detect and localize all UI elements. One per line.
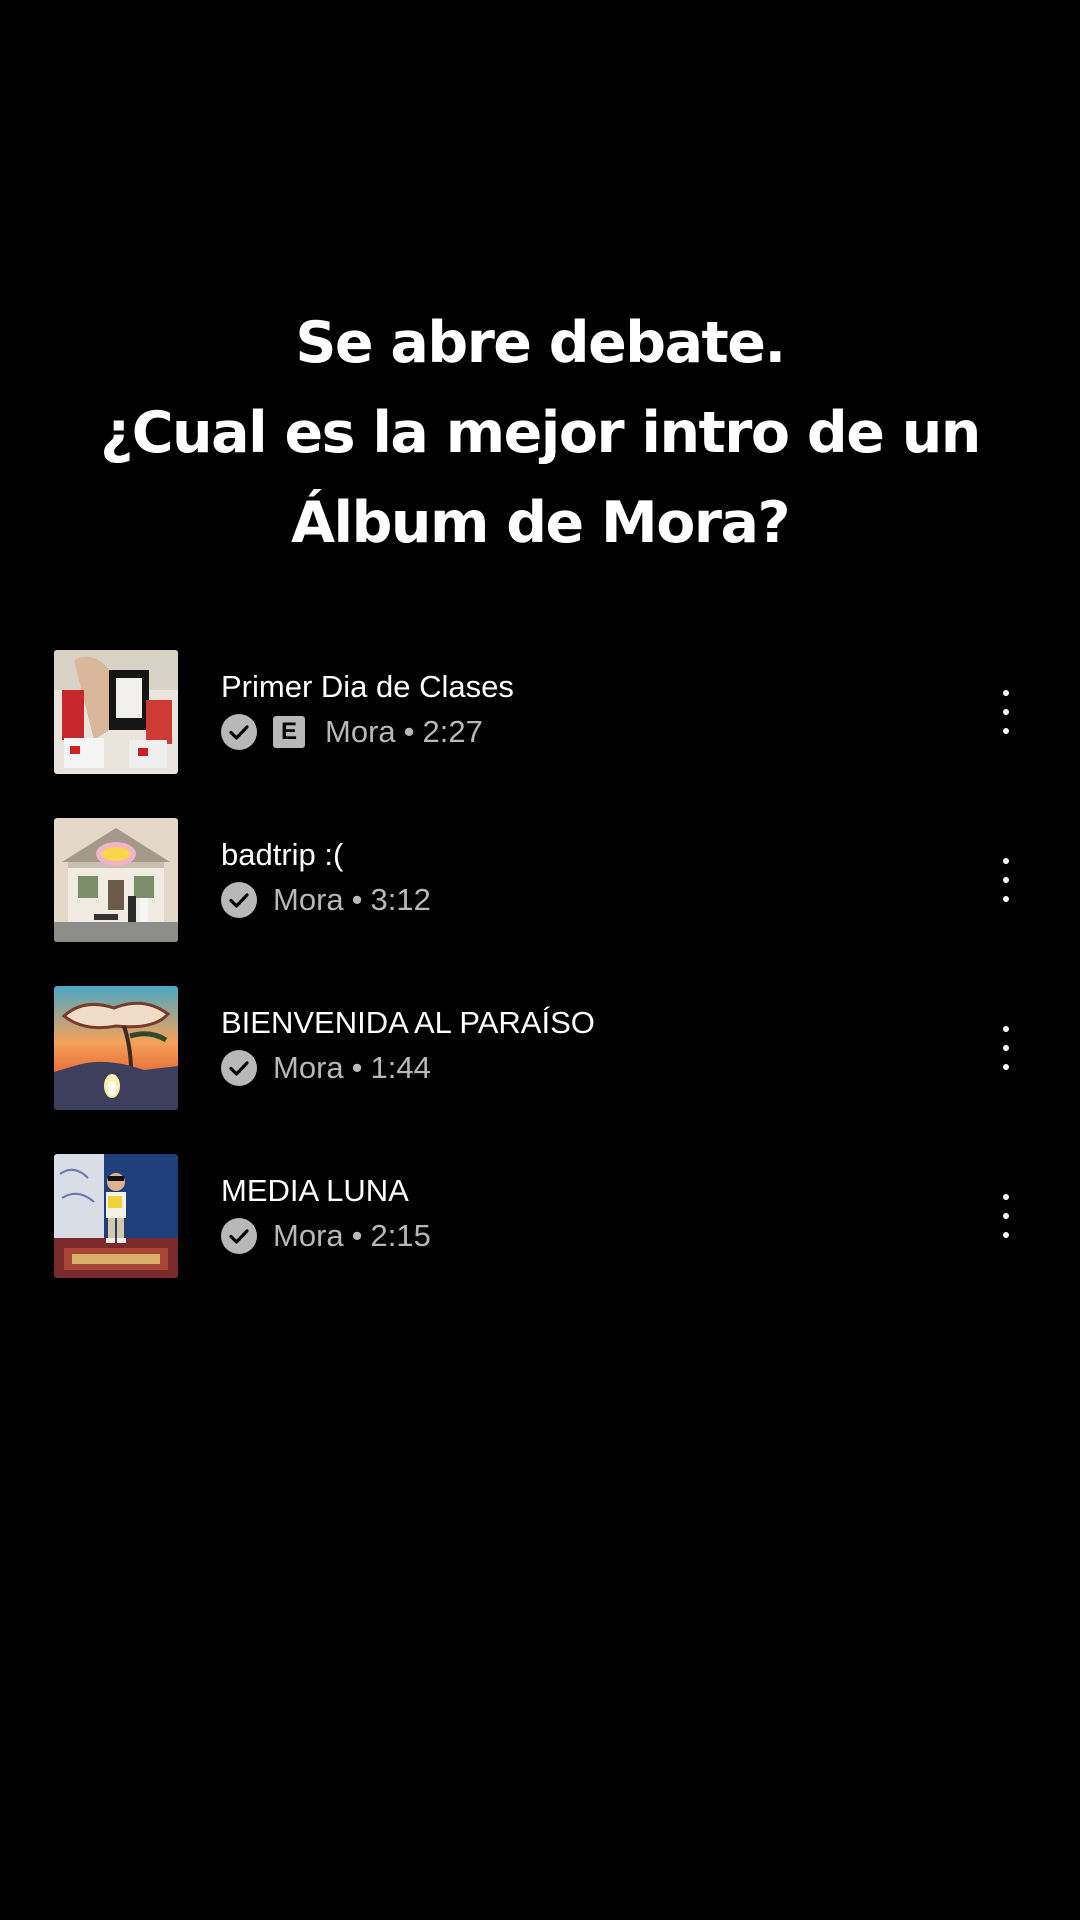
headline-line-1: Se abre debate. — [295, 310, 786, 376]
meta-separator: • — [351, 1218, 363, 1253]
track-title: BIENVENIDA AL PARAÍSO — [221, 1005, 595, 1040]
album-art-thumbnail[interactable] — [54, 986, 178, 1110]
track-title: badtrip :( — [221, 837, 344, 872]
explicit-badge-icon: E — [273, 716, 305, 748]
track-info: BIENVENIDA AL PARAÍSO Mora • 1:44 — [221, 1004, 595, 1086]
album-art-primer-dia-icon — [54, 650, 178, 774]
track-duration: 1:44 — [370, 1050, 431, 1085]
track-title: MEDIA LUNA — [221, 1173, 409, 1208]
more-options-icon[interactable] — [986, 688, 1026, 736]
track-info: Primer Dia de Clases E Mora • 2:27 — [221, 668, 514, 750]
track-artist: Mora — [273, 1050, 344, 1085]
track-duration: 2:15 — [370, 1218, 431, 1253]
album-art-child-icon — [54, 1154, 178, 1278]
track-meta: E Mora • 2:27 — [221, 714, 514, 750]
meta-separator: • — [351, 882, 363, 917]
track-duration: 2:27 — [422, 714, 483, 749]
album-art-thumbnail[interactable] — [54, 650, 178, 774]
track-row[interactable]: MEDIA LUNA Mora • 2:15 — [0, 1154, 1080, 1278]
track-info: badtrip :( Mora • 3:12 — [221, 836, 431, 918]
track-title: Primer Dia de Clases — [221, 669, 514, 704]
post-headline: Se abre debate. ¿Cual es la mejor intro … — [0, 298, 1080, 568]
album-art-paraiso-icon — [54, 986, 178, 1110]
verified-check-icon — [221, 882, 257, 918]
album-art-thumbnail[interactable] — [54, 1154, 178, 1278]
verified-check-icon — [221, 1218, 257, 1254]
track-row[interactable]: Primer Dia de Clases E Mora • 2:27 — [0, 650, 1080, 774]
album-art-house-icon — [54, 818, 178, 942]
track-duration: 3:12 — [370, 882, 431, 917]
track-artist: Mora — [325, 714, 396, 749]
track-list: Primer Dia de Clases E Mora • 2:27 badtr… — [0, 650, 1080, 1322]
track-row[interactable]: badtrip :( Mora • 3:12 — [0, 818, 1080, 942]
album-art-thumbnail[interactable] — [54, 818, 178, 942]
track-info: MEDIA LUNA Mora • 2:15 — [221, 1172, 431, 1254]
track-meta: Mora • 3:12 — [221, 882, 431, 918]
verified-check-icon — [221, 714, 257, 750]
headline-line-3: Álbum de Mora? — [290, 490, 791, 556]
more-options-icon[interactable] — [986, 1192, 1026, 1240]
more-options-icon[interactable] — [986, 1024, 1026, 1072]
more-options-icon[interactable] — [986, 856, 1026, 904]
track-row[interactable]: BIENVENIDA AL PARAÍSO Mora • 1:44 — [0, 986, 1080, 1110]
track-meta: Mora • 2:15 — [221, 1218, 431, 1254]
track-meta: Mora • 1:44 — [221, 1050, 595, 1086]
track-artist: Mora — [273, 882, 344, 917]
meta-separator: • — [403, 714, 415, 749]
verified-check-icon — [221, 1050, 257, 1086]
meta-separator: • — [351, 1050, 363, 1085]
track-artist: Mora — [273, 1218, 344, 1253]
headline-line-2: ¿Cual es la mejor intro de un — [100, 400, 981, 466]
